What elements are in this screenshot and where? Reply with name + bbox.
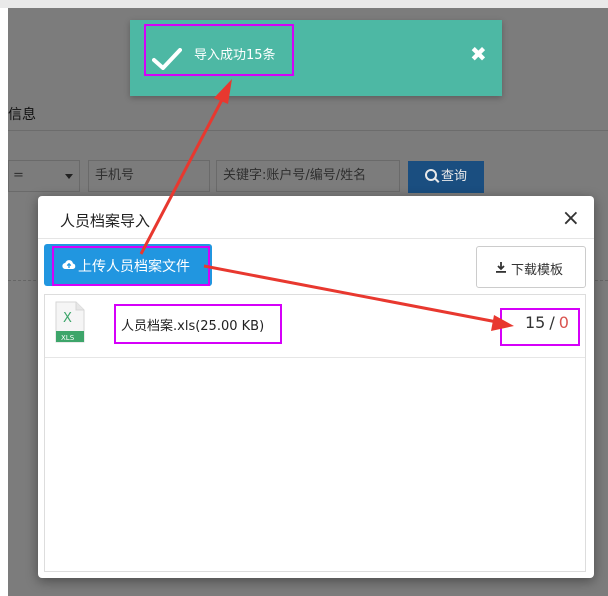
- file-list-item: XLS X 人员档案.xls(25.00 KB) 15/0: [45, 295, 585, 358]
- modal-header-divider: [38, 238, 594, 239]
- download-button-label: 下载模板: [511, 263, 564, 278]
- excel-icon-tag: XLS: [61, 334, 75, 342]
- import-count: 15/0: [525, 313, 569, 332]
- background-select-value: =: [13, 168, 24, 183]
- toast-message: 导入成功15条: [194, 48, 276, 63]
- file-list: XLS X 人员档案.xls(25.00 KB) 15/0: [44, 294, 586, 572]
- background-divider: [8, 130, 608, 131]
- check-icon: [152, 48, 182, 70]
- phone-input[interactable]: 手机号: [88, 160, 210, 192]
- modal-title: 人员档案导入: [60, 212, 151, 230]
- cloud-upload-icon: [62, 260, 76, 270]
- toast-close-icon[interactable]: ✖: [470, 42, 487, 66]
- keyword-input[interactable]: 关键字:账户号/编号/姓名: [216, 160, 400, 192]
- top-strip: [0, 0, 608, 8]
- chevron-down-icon: [65, 174, 73, 179]
- upload-button-label: 上传人员档案文件: [78, 259, 190, 275]
- search-button[interactable]: 查询: [408, 161, 484, 193]
- excel-file-icon: XLS X: [55, 301, 85, 343]
- download-icon: [496, 262, 506, 273]
- upload-file-button[interactable]: 上传人员档案文件: [44, 244, 212, 286]
- background-select[interactable]: =: [8, 160, 80, 192]
- search-button-label: 查询: [440, 169, 467, 184]
- import-modal: 人员档案导入 × 上传人员档案文件 下载模板 XLS X 人员档案.xls(25…: [38, 196, 594, 578]
- background-section-title: 信息: [8, 107, 36, 123]
- excel-icon-letter: X: [63, 311, 72, 326]
- failed-count: 0: [558, 313, 569, 332]
- count-separator: /: [549, 313, 555, 332]
- search-icon: [424, 169, 437, 181]
- close-icon[interactable]: ×: [562, 206, 580, 231]
- success-count: 15: [525, 313, 546, 332]
- file-name: 人员档案.xls(25.00 KB): [121, 319, 265, 334]
- success-toast: 导入成功15条 ✖: [130, 20, 502, 96]
- download-template-button[interactable]: 下载模板: [476, 246, 586, 288]
